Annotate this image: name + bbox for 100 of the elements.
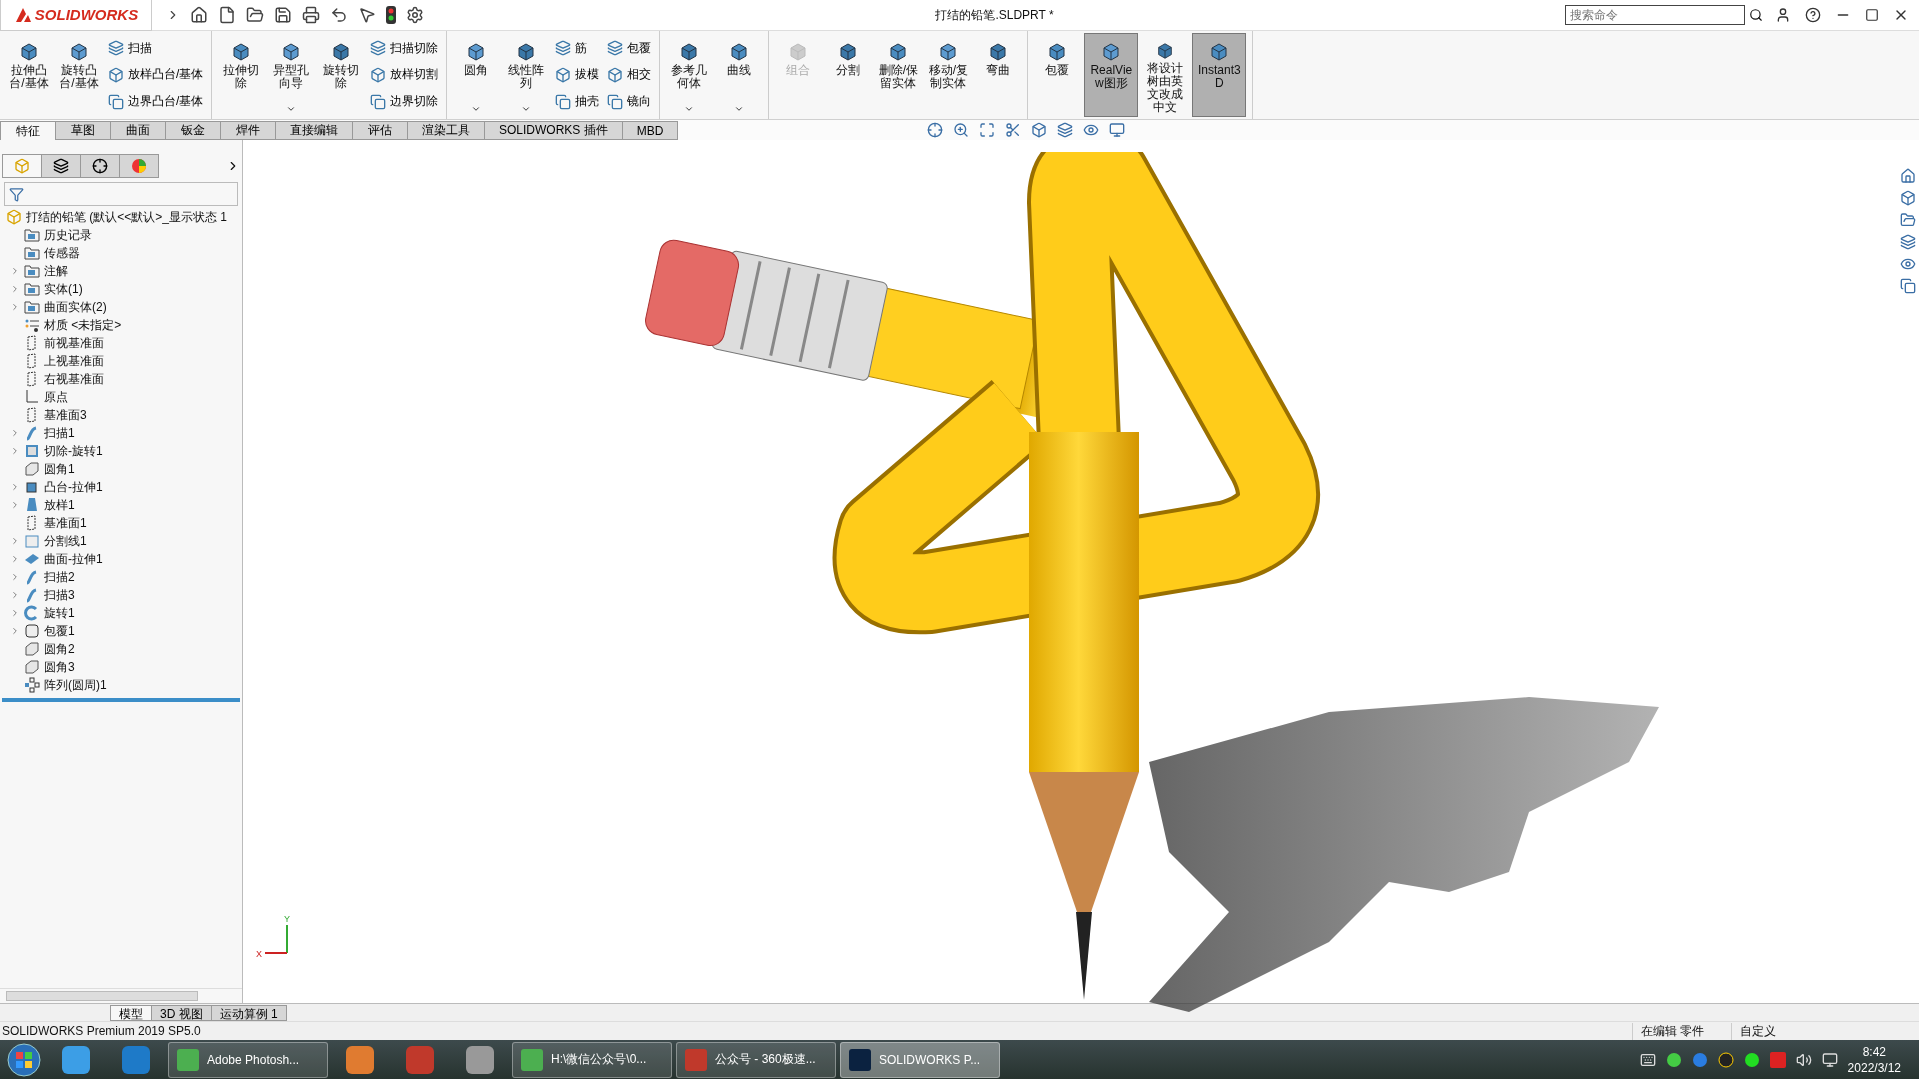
tree-item[interactable]: 凸台-拉伸1 — [44, 478, 103, 496]
tree-item[interactable]: 原点 — [44, 388, 68, 406]
open-icon[interactable] — [246, 6, 264, 24]
zoom-fit-icon[interactable] — [979, 122, 996, 138]
tree-item[interactable]: 注解 — [44, 262, 68, 280]
command-button[interactable]: 异型孔向导 — [268, 33, 315, 117]
network-icon[interactable] — [1821, 1051, 1838, 1068]
view-tool-icon[interactable] — [927, 122, 944, 138]
command-button[interactable]: 放样凸台/基体 — [106, 66, 206, 84]
tree-item[interactable]: 前视基准面 — [44, 334, 104, 352]
monitor-icon[interactable] — [1109, 122, 1126, 138]
command-button[interactable]: 参考几何体 — [666, 33, 713, 117]
cube-icon[interactable] — [1031, 122, 1048, 138]
command-button[interactable]: 相交 — [605, 66, 654, 84]
tree-item[interactable]: 扫描1 — [44, 424, 75, 442]
restore-icon[interactable] — [1865, 8, 1879, 22]
home-icon[interactable] — [190, 6, 208, 24]
ribbon-tab[interactable]: 渲染工具 — [407, 121, 485, 140]
visibility-icon[interactable] — [1083, 122, 1100, 138]
tree-item[interactable]: 上视基准面 — [44, 352, 104, 370]
ribbon-tab[interactable]: 特征 — [0, 121, 56, 140]
caret-icon[interactable] — [521, 104, 532, 114]
tree-item[interactable]: 切除-旋转1 — [44, 442, 103, 460]
taskbar-window[interactable]: H:\微信公众号\0... — [512, 1041, 672, 1078]
command-button[interactable]: 移动/复制实体 — [925, 33, 972, 117]
command-button[interactable]: 线性阵列 — [503, 33, 550, 117]
tree-item[interactable]: 扫描3 — [44, 586, 75, 604]
command-button[interactable]: 边界凸台/基体 — [106, 93, 206, 111]
command-button[interactable]: 圆角 — [453, 33, 500, 117]
new-file-icon[interactable] — [218, 6, 236, 24]
panel-tab[interactable] — [41, 154, 81, 178]
tree-item[interactable]: 包覆1 — [44, 622, 75, 640]
tree-item[interactable]: 右视基准面 — [44, 370, 104, 388]
command-button[interactable]: 弯曲 — [975, 33, 1022, 117]
command-button[interactable]: 分割 — [825, 33, 872, 117]
display-style-icon[interactable] — [1057, 122, 1074, 138]
command-button[interactable]: 曲线 — [716, 33, 763, 117]
tree-item[interactable]: 圆角1 — [44, 460, 75, 478]
tree-item[interactable]: 圆角2 — [44, 640, 75, 658]
ribbon-tab[interactable]: 曲面 — [110, 121, 166, 140]
command-button[interactable]: 拉伸切除 — [218, 33, 265, 117]
start-button-icon[interactable] — [4, 1041, 44, 1078]
tree-item[interactable]: 曲面-拉伸1 — [44, 550, 103, 568]
help-icon[interactable] — [1805, 7, 1821, 23]
units-selector[interactable]: 自定义 — [1731, 1022, 1880, 1040]
tree-item[interactable]: 分割线1 — [44, 532, 87, 550]
caret-icon[interactable] — [684, 104, 695, 114]
home-icon[interactable] — [1900, 168, 1916, 184]
ribbon-tab[interactable]: 焊件 — [220, 121, 276, 140]
command-button[interactable]: 将设计树由英文改成中文 — [1142, 33, 1189, 117]
tree-item[interactable]: 阵列(圆周)1 — [44, 676, 107, 694]
ribbon-tab[interactable]: 草图 — [55, 121, 111, 140]
tree-item[interactable]: 放样1 — [44, 496, 75, 514]
caret-icon[interactable] — [471, 104, 482, 114]
section-icon[interactable] — [1005, 122, 1022, 138]
tray-app-icon[interactable] — [1665, 1051, 1682, 1068]
tree-item[interactable]: 扫描2 — [44, 568, 75, 586]
search-icon[interactable] — [1749, 8, 1763, 22]
search-field[interactable]: 搜索命令 — [1565, 5, 1745, 25]
tree-item[interactable]: 圆角3 — [44, 658, 75, 676]
ribbon-tab[interactable]: 评估 — [352, 121, 408, 140]
undo-icon[interactable] — [330, 6, 348, 24]
command-button[interactable]: 边界切除 — [368, 93, 441, 111]
ribbon-tab[interactable]: 直接编辑 — [275, 121, 353, 140]
panel-tab[interactable] — [80, 154, 120, 178]
command-button[interactable]: 拔模 — [553, 66, 602, 84]
ribbon-tab[interactable]: 钣金 — [165, 121, 221, 140]
command-button[interactable]: 旋转凸台/基体 — [56, 33, 102, 117]
settings-icon[interactable] — [406, 6, 424, 24]
tree-item[interactable]: 旋转1 — [44, 604, 75, 622]
caret-icon[interactable] — [734, 104, 745, 114]
tray-app-icon[interactable] — [1691, 1051, 1708, 1068]
tree-item[interactable]: 材质 <未指定> — [44, 316, 122, 334]
tray-app-icon[interactable] — [1743, 1051, 1760, 1068]
filter-field[interactable] — [4, 182, 238, 206]
command-button[interactable]: RealView图形 — [1084, 33, 1139, 117]
zoom-icon[interactable] — [953, 122, 970, 138]
scrollbar-thumb[interactable] — [6, 991, 198, 1001]
save-icon[interactable] — [274, 6, 292, 24]
command-button[interactable]: 放样切割 — [368, 66, 441, 84]
model-tab[interactable]: 3D 视图 — [151, 1005, 212, 1021]
command-button[interactable]: 扫描 — [106, 39, 206, 57]
command-button[interactable]: 删除/保留实体 — [875, 33, 922, 117]
tree-item[interactable]: 历史记录 — [44, 226, 92, 244]
command-button[interactable]: 扫描切除 — [368, 39, 441, 57]
tree-item[interactable]: 打结的铅笔 (默认<<默认>_显示状态 1 — [26, 208, 228, 226]
tree-item[interactable]: 实体(1) — [44, 280, 83, 298]
command-button[interactable]: 抽壳 — [553, 93, 602, 111]
command-button[interactable]: Instant3D — [1192, 33, 1247, 117]
command-button[interactable]: 包覆 — [605, 39, 654, 57]
command-button[interactable]: 筋 — [553, 39, 602, 57]
tray-app-icon[interactable] — [1717, 1051, 1734, 1068]
model-tab[interactable]: 运动算例 1 — [210, 1005, 287, 1021]
model-tab[interactable]: 模型 — [110, 1005, 152, 1021]
ribbon-tab[interactable]: MBD — [621, 121, 679, 140]
folder-icon[interactable] — [1900, 212, 1916, 228]
traffic-light-icon[interactable] — [386, 6, 396, 24]
tree-item[interactable]: 基准面1 — [44, 514, 87, 532]
command-button[interactable]: 镜向 — [605, 93, 654, 111]
app-logo[interactable]: SOLIDWORKS — [0, 0, 152, 31]
